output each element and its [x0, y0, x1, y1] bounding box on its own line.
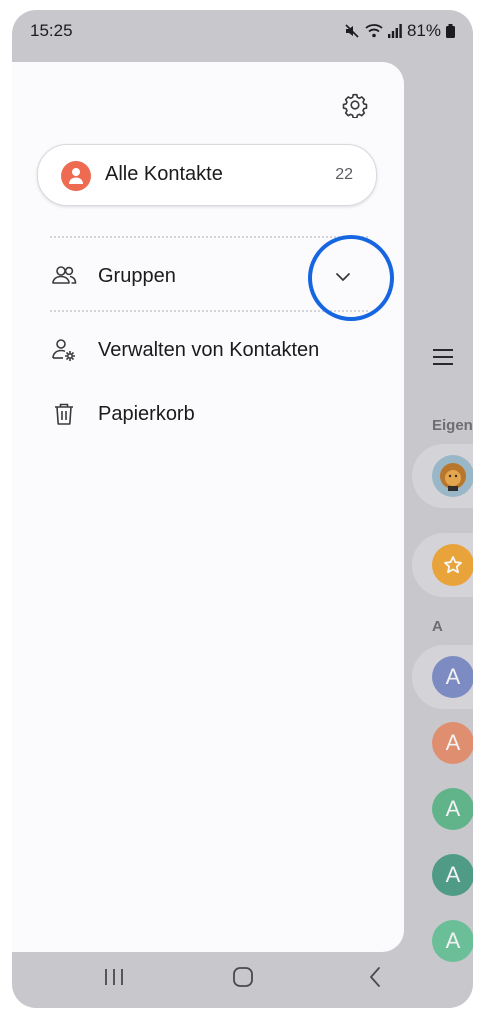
groups-icon [52, 266, 77, 284]
lion-avatar-icon [440, 463, 466, 491]
menu-item-trash-label: Papierkorb [98, 403, 195, 425]
phone-screen: 15:25 81% Eigen A A A A A A Alle Kontakt… [12, 10, 473, 1008]
back-button[interactable] [364, 966, 388, 988]
person-icon [61, 161, 91, 191]
contact-avatar: A [432, 722, 473, 764]
menu-item-trash[interactable]: Papierkorb [12, 386, 404, 442]
manage-contacts-icon [52, 339, 75, 361]
all-contacts-button[interactable]: Alle Kontakte 22 [37, 144, 377, 206]
profile-avatar [432, 455, 473, 497]
menu-item-manage-contacts-label: Verwalten von Kontakten [98, 339, 320, 361]
all-contacts-count: 22 [335, 166, 353, 183]
recent-apps-button[interactable] [102, 966, 126, 988]
divider [50, 310, 368, 312]
star-icon [444, 556, 462, 574]
favorites-avatar [432, 544, 473, 586]
menu-item-groups-label: Gruppen [98, 265, 176, 287]
navigation-drawer: Alle Kontakte 22 Gruppen Verwalten von K… [12, 62, 404, 952]
contact-avatar: A [432, 788, 473, 830]
section-header-a: A [432, 618, 443, 635]
contact-avatar: A [432, 656, 473, 698]
trash-icon [55, 403, 73, 425]
menu-icon[interactable] [433, 348, 455, 366]
section-header-own: Eigen [432, 417, 473, 434]
highlight-ring [308, 235, 394, 321]
menu-item-manage-contacts[interactable]: Verwalten von Kontakten [12, 322, 404, 378]
home-button[interactable] [231, 966, 255, 988]
settings-button[interactable] [340, 90, 370, 120]
all-contacts-label: Alle Kontakte [105, 163, 223, 185]
contact-avatar: A [432, 854, 473, 896]
system-navigation-bar [12, 952, 473, 1008]
divider [50, 236, 368, 238]
gear-icon [342, 93, 368, 118]
